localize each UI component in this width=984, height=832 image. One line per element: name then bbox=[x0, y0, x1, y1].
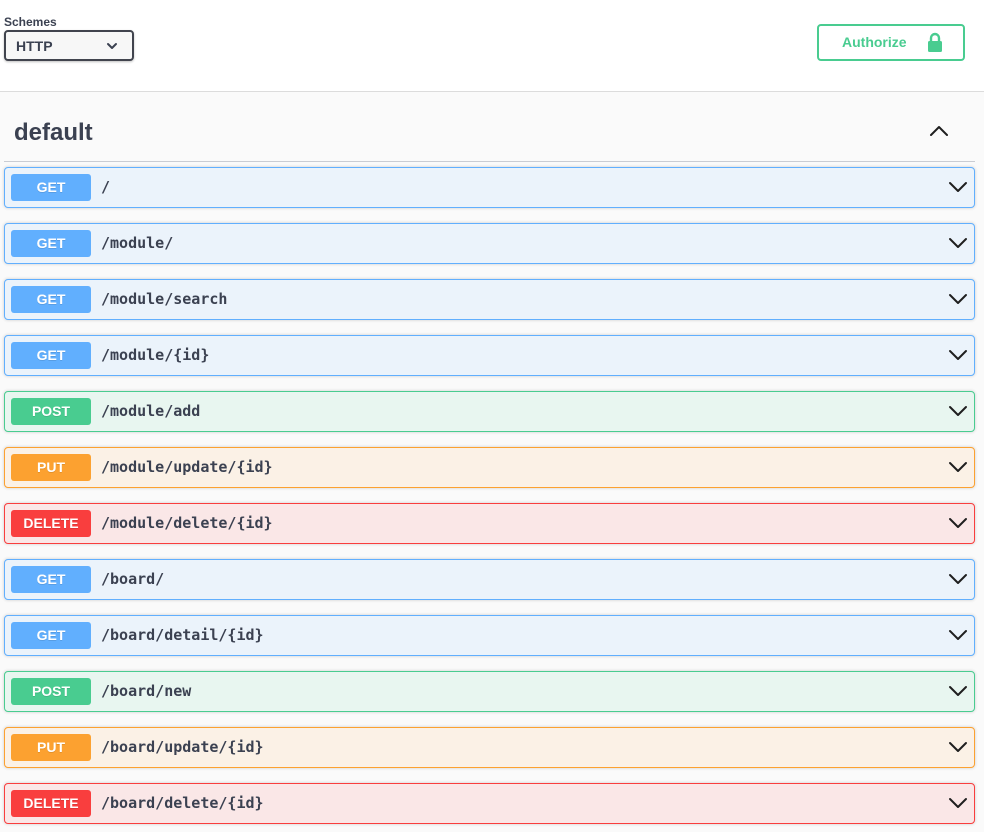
chevron-down-icon[interactable] bbox=[948, 236, 968, 250]
schemes-select[interactable]: HTTP bbox=[4, 30, 134, 61]
authorize-label: Authorize bbox=[842, 34, 907, 50]
operation-get-row[interactable]: GET/module/{id} bbox=[4, 335, 975, 376]
method-badge: POST bbox=[11, 398, 91, 425]
chevron-down-icon[interactable] bbox=[948, 796, 968, 810]
operation-delete-row[interactable]: DELETE/module/delete/{id} bbox=[4, 503, 975, 544]
operation-path: /module/delete/{id} bbox=[101, 514, 273, 532]
operation-path: /module/ bbox=[101, 234, 174, 252]
operation-path: /board/delete/{id} bbox=[101, 794, 264, 812]
method-badge: GET bbox=[11, 174, 91, 201]
method-badge: DELETE bbox=[11, 510, 91, 537]
operation-get-row[interactable]: GET/module/ bbox=[4, 223, 975, 264]
operation-get-row[interactable]: GET/module/search bbox=[4, 279, 975, 320]
chevron-down-icon[interactable] bbox=[948, 516, 968, 530]
method-badge: GET bbox=[11, 230, 91, 257]
operation-delete-row[interactable]: DELETE/board/delete/{id} bbox=[4, 783, 975, 824]
authorize-button[interactable]: Authorize bbox=[817, 24, 965, 61]
schemes-selected-value: HTTP bbox=[16, 38, 53, 54]
operation-get-row[interactable]: GET/board/detail/{id} bbox=[4, 615, 975, 656]
operation-path: /module/add bbox=[101, 402, 201, 420]
lock-icon bbox=[928, 32, 942, 52]
operation-put-row[interactable]: PUT/board/update/{id} bbox=[4, 727, 975, 768]
chevron-up-icon bbox=[930, 126, 948, 136]
chevron-down-icon[interactable] bbox=[948, 180, 968, 194]
operation-path: /board/detail/{id} bbox=[101, 626, 264, 644]
operations-section: default GET / GET/module/GET/module/search… bbox=[0, 92, 984, 832]
operation-post-row[interactable]: POST/module/add bbox=[4, 391, 975, 432]
operation-path: /module/{id} bbox=[101, 346, 210, 364]
method-badge: GET bbox=[11, 566, 91, 593]
operation-path: / bbox=[101, 178, 111, 196]
chevron-down-icon[interactable] bbox=[948, 684, 968, 698]
chevron-down-icon[interactable] bbox=[948, 460, 968, 474]
operation-path: /board/update/{id} bbox=[101, 738, 264, 756]
method-badge: GET bbox=[11, 342, 91, 369]
chevron-down-icon[interactable] bbox=[948, 292, 968, 306]
operation-post-row[interactable]: POST/board/new bbox=[4, 671, 975, 712]
operation-get-row[interactable]: GET / bbox=[4, 167, 975, 208]
chevron-down-icon[interactable] bbox=[948, 404, 968, 418]
chevron-down-icon[interactable] bbox=[948, 628, 968, 642]
scheme-container: Schemes HTTP Authorize bbox=[0, 0, 984, 92]
method-badge: PUT bbox=[11, 454, 91, 481]
operation-put-row[interactable]: PUT/module/update/{id} bbox=[4, 447, 975, 488]
operation-get-row[interactable]: GET/board/ bbox=[4, 559, 975, 600]
chevron-down-icon[interactable] bbox=[948, 348, 968, 362]
tag-header[interactable]: default bbox=[4, 92, 975, 162]
method-badge: GET bbox=[11, 286, 91, 313]
operation-path: /module/search bbox=[101, 290, 228, 308]
chevron-down-icon bbox=[107, 43, 117, 49]
schemes-label: Schemes bbox=[4, 15, 57, 29]
chevron-down-icon[interactable] bbox=[948, 572, 968, 586]
operation-path: /board/new bbox=[101, 682, 192, 700]
operation-path: /module/update/{id} bbox=[101, 458, 273, 476]
chevron-down-icon[interactable] bbox=[948, 740, 968, 754]
method-badge: GET bbox=[11, 622, 91, 649]
tag-title: default bbox=[14, 119, 93, 146]
operation-path: /board/ bbox=[101, 570, 165, 588]
method-badge: POST bbox=[11, 678, 91, 705]
method-badge: DELETE bbox=[11, 790, 91, 817]
method-badge: PUT bbox=[11, 734, 91, 761]
